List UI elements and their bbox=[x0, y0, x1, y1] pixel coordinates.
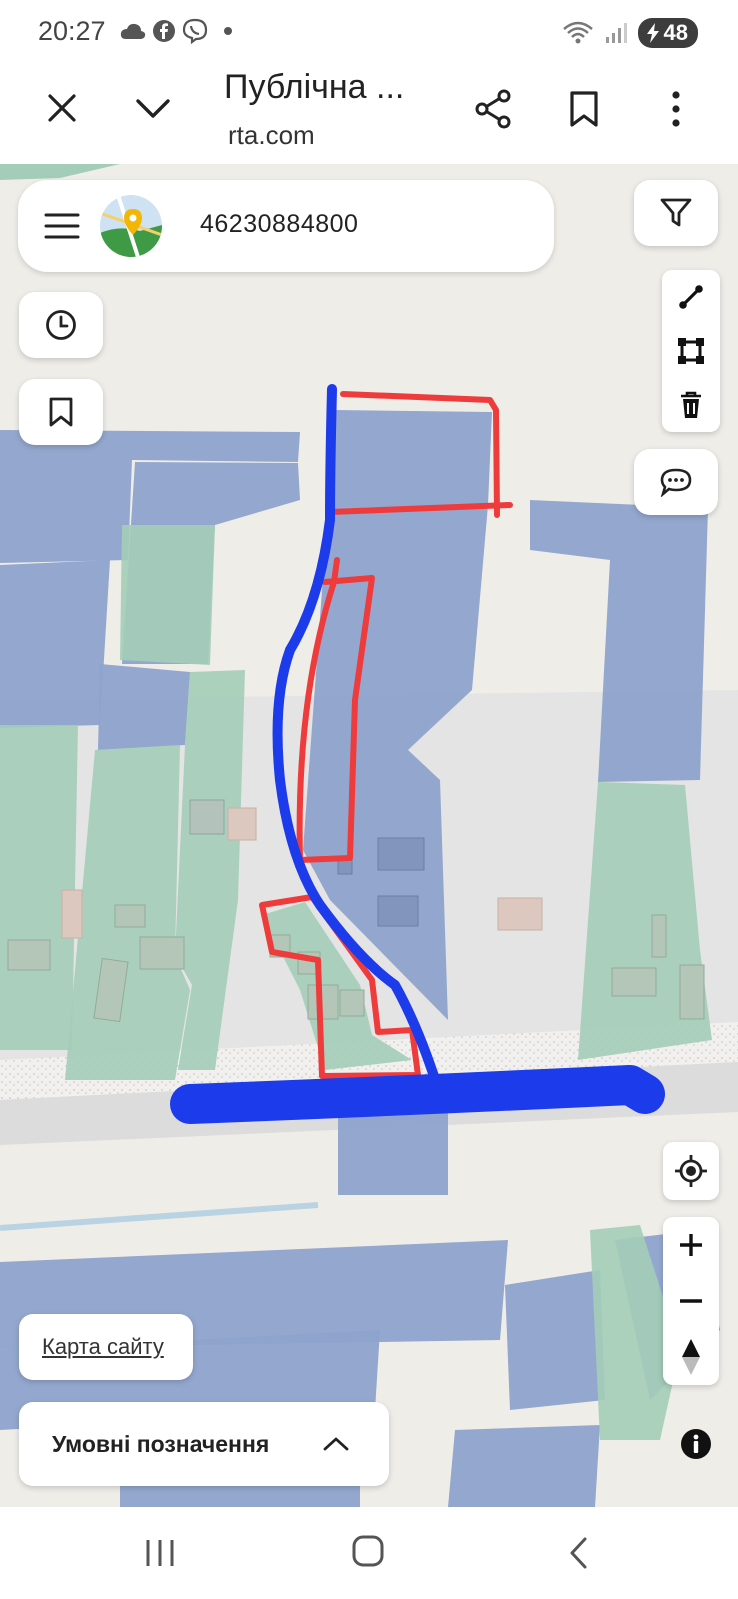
info-icon bbox=[681, 1429, 711, 1459]
back-chevron-icon bbox=[570, 1537, 587, 1569]
compass-button[interactable] bbox=[663, 1329, 719, 1385]
dot-icon bbox=[224, 27, 232, 35]
viber-icon bbox=[182, 18, 208, 44]
plus-icon bbox=[680, 1234, 702, 1256]
info-button[interactable] bbox=[676, 1424, 716, 1464]
parcel[interactable] bbox=[0, 560, 110, 728]
zoom-controls bbox=[663, 1217, 719, 1385]
parcel[interactable] bbox=[505, 1270, 605, 1410]
area-measure-icon bbox=[678, 338, 704, 364]
chevron-down-icon bbox=[136, 99, 170, 118]
feedback-button[interactable] bbox=[634, 449, 718, 515]
delete-drawing-button[interactable] bbox=[662, 378, 720, 432]
cloud-icon bbox=[120, 23, 146, 39]
recent-apps-button[interactable] bbox=[140, 1531, 180, 1575]
bookmark-button[interactable] bbox=[562, 84, 606, 134]
chevron-up-icon bbox=[323, 1437, 349, 1451]
my-location-button[interactable] bbox=[663, 1142, 719, 1200]
map-layer-thumbnail[interactable] bbox=[100, 195, 162, 257]
browser-toolbar: Публічна ... rta.com bbox=[0, 62, 738, 165]
filter-icon bbox=[660, 198, 692, 227]
measure-area-button[interactable] bbox=[662, 324, 720, 378]
parcel[interactable] bbox=[98, 664, 190, 750]
share-icon bbox=[475, 89, 511, 129]
page-url[interactable]: rta.com bbox=[228, 120, 315, 151]
legend-panel[interactable]: Умовні позначення bbox=[19, 1402, 389, 1486]
drawing-tools bbox=[662, 270, 720, 432]
history-button[interactable] bbox=[19, 292, 103, 358]
charging-bolt-icon bbox=[646, 23, 659, 43]
site-map-link-container: Карта сайту bbox=[19, 1314, 193, 1380]
close-icon bbox=[48, 94, 76, 122]
compass-icon bbox=[682, 1339, 700, 1375]
hamburger-menu-icon bbox=[44, 213, 80, 239]
signal-icon bbox=[605, 23, 627, 43]
back-button[interactable] bbox=[560, 1531, 596, 1575]
measure-line-button[interactable] bbox=[662, 270, 720, 324]
battery-indicator: 48 bbox=[637, 18, 698, 48]
parcel[interactable] bbox=[120, 525, 215, 665]
site-map-link[interactable]: Карта сайту bbox=[42, 1334, 164, 1360]
filter-button[interactable] bbox=[634, 180, 718, 246]
minus-icon bbox=[680, 1299, 702, 1303]
recent-apps-icon bbox=[146, 1540, 174, 1566]
share-button[interactable] bbox=[468, 84, 518, 134]
more-vertical-icon bbox=[672, 91, 680, 127]
trash-icon bbox=[681, 391, 701, 418]
more-options-button[interactable] bbox=[656, 84, 696, 134]
battery-level: 48 bbox=[663, 20, 688, 45]
facebook-icon bbox=[153, 20, 175, 42]
parcel[interactable] bbox=[448, 1425, 600, 1507]
line-measure-icon bbox=[679, 285, 703, 309]
parcel[interactable] bbox=[0, 725, 78, 1050]
search-input[interactable]: 46230884800 bbox=[200, 210, 358, 239]
system-navigation-bar bbox=[0, 1507, 738, 1599]
home-icon bbox=[352, 1535, 384, 1567]
page-title: Публічна ... bbox=[224, 68, 405, 106]
map-view[interactable]: 46230884800 Карта сайту Умовні позначенн… bbox=[0, 164, 738, 1507]
legend-label: Умовні позначення bbox=[52, 1431, 270, 1457]
collapse-button[interactable] bbox=[131, 86, 175, 130]
parcel[interactable] bbox=[335, 410, 492, 508]
status-time: 20:27 bbox=[38, 16, 106, 46]
search-box[interactable]: 46230884800 bbox=[18, 180, 554, 272]
location-target-icon bbox=[675, 1155, 707, 1187]
close-button[interactable] bbox=[40, 86, 84, 130]
saved-button[interactable] bbox=[19, 379, 103, 445]
chat-bubble-icon bbox=[660, 468, 692, 497]
status-system-icons: 48 bbox=[562, 18, 698, 48]
menu-button[interactable] bbox=[42, 206, 82, 246]
home-button[interactable] bbox=[346, 1529, 390, 1573]
status-notification-icons bbox=[120, 18, 236, 44]
zoom-out-button[interactable] bbox=[663, 1273, 719, 1329]
bookmark-icon bbox=[570, 91, 598, 127]
map-canvas[interactable] bbox=[0, 164, 738, 1507]
clock-icon bbox=[46, 310, 76, 340]
map-pin-icon bbox=[100, 195, 162, 257]
wifi-icon bbox=[562, 21, 593, 44]
status-bar: 20:27 48 bbox=[0, 0, 738, 62]
bookmark-icon bbox=[49, 397, 73, 427]
zoom-in-button[interactable] bbox=[663, 1217, 719, 1273]
